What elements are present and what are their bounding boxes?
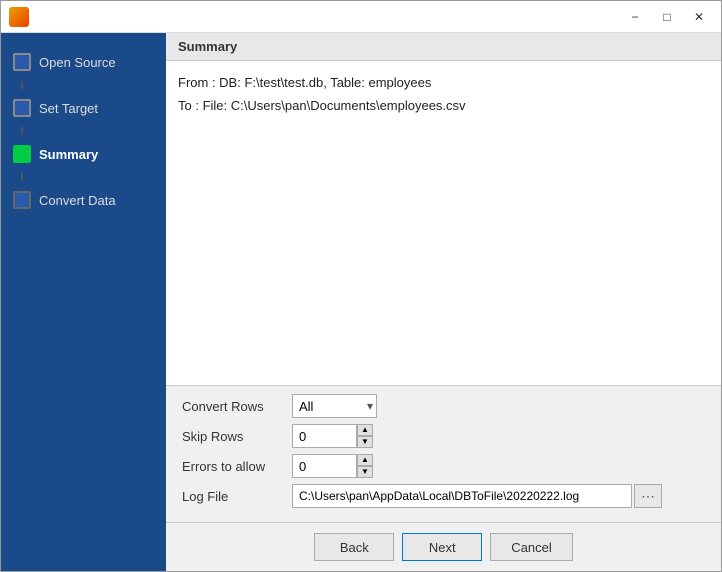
summary-line-from: From : DB: F:\test\test.db, Table: emplo… xyxy=(178,71,709,94)
summary-content: From : DB: F:\test\test.db, Table: emplo… xyxy=(166,61,721,386)
minimize-button[interactable]: − xyxy=(621,6,649,28)
sidebar-label-summary: Summary xyxy=(39,147,98,162)
summary-line-to: To : File: C:\Users\pan\Documents\employ… xyxy=(178,94,709,117)
connector-1 xyxy=(21,81,23,89)
main-window: − □ ✕ Open Source Set Target Summary xyxy=(0,0,722,572)
sidebar-item-convert-data[interactable]: Convert Data xyxy=(1,181,166,219)
skip-rows-spinner-buttons: ▲ ▼ xyxy=(357,424,373,448)
sidebar-item-set-target[interactable]: Set Target xyxy=(1,89,166,127)
errors-to-allow-input[interactable] xyxy=(292,454,357,478)
step-indicator-convert-data xyxy=(13,191,31,209)
sidebar-label-open-source: Open Source xyxy=(39,55,116,70)
title-bar-left xyxy=(9,7,29,27)
connector-2 xyxy=(21,127,23,135)
errors-to-allow-spinner-buttons: ▲ ▼ xyxy=(357,454,373,478)
step-indicator-open-source xyxy=(13,53,31,71)
step-indicator-set-target xyxy=(13,99,31,117)
sidebar-label-convert-data: Convert Data xyxy=(39,193,116,208)
form-section: Convert Rows All Custom Skip Rows ▲ xyxy=(166,386,721,522)
title-bar-controls: − □ ✕ xyxy=(621,6,713,28)
errors-to-allow-down-button[interactable]: ▼ xyxy=(357,466,373,478)
errors-to-allow-row: Errors to allow ▲ ▼ xyxy=(182,454,705,478)
sidebar-label-set-target: Set Target xyxy=(39,101,98,116)
errors-to-allow-up-button[interactable]: ▲ xyxy=(357,454,373,466)
errors-to-allow-spinner: ▲ ▼ xyxy=(292,454,373,478)
convert-rows-row: Convert Rows All Custom xyxy=(182,394,705,418)
cancel-button[interactable]: Cancel xyxy=(490,533,572,561)
main-panel: Summary From : DB: F:\test\test.db, Tabl… xyxy=(166,33,721,571)
maximize-button[interactable]: □ xyxy=(653,6,681,28)
skip-rows-up-button[interactable]: ▲ xyxy=(357,424,373,436)
sidebar: Open Source Set Target Summary Convert D… xyxy=(1,33,166,571)
sidebar-item-summary[interactable]: Summary xyxy=(1,135,166,173)
skip-rows-spinner: ▲ ▼ xyxy=(292,424,373,448)
convert-rows-select[interactable]: All Custom xyxy=(292,394,377,418)
skip-rows-row: Skip Rows ▲ ▼ xyxy=(182,424,705,448)
title-bar: − □ ✕ xyxy=(1,1,721,33)
connector-3 xyxy=(21,173,23,181)
skip-rows-input[interactable] xyxy=(292,424,357,448)
convert-rows-label: Convert Rows xyxy=(182,399,292,414)
skip-rows-down-button[interactable]: ▼ xyxy=(357,436,373,448)
close-button[interactable]: ✕ xyxy=(685,6,713,28)
log-file-browse-button[interactable]: ⋯ xyxy=(634,484,662,508)
step-indicator-summary xyxy=(13,145,31,163)
errors-to-allow-label: Errors to allow xyxy=(182,459,292,474)
log-file-row: Log File ⋯ xyxy=(182,484,705,508)
content-area: Open Source Set Target Summary Convert D… xyxy=(1,33,721,571)
panel-header: Summary xyxy=(166,33,721,61)
next-button[interactable]: Next xyxy=(402,533,482,561)
sidebar-item-open-source[interactable]: Open Source xyxy=(1,43,166,81)
convert-rows-select-wrapper: All Custom xyxy=(292,394,377,418)
log-file-input[interactable] xyxy=(292,484,632,508)
skip-rows-label: Skip Rows xyxy=(182,429,292,444)
bottom-bar: Back Next Cancel xyxy=(166,522,721,571)
app-icon xyxy=(9,7,29,27)
back-button[interactable]: Back xyxy=(314,533,394,561)
log-file-label: Log File xyxy=(182,489,292,504)
browse-icon: ⋯ xyxy=(641,488,655,505)
